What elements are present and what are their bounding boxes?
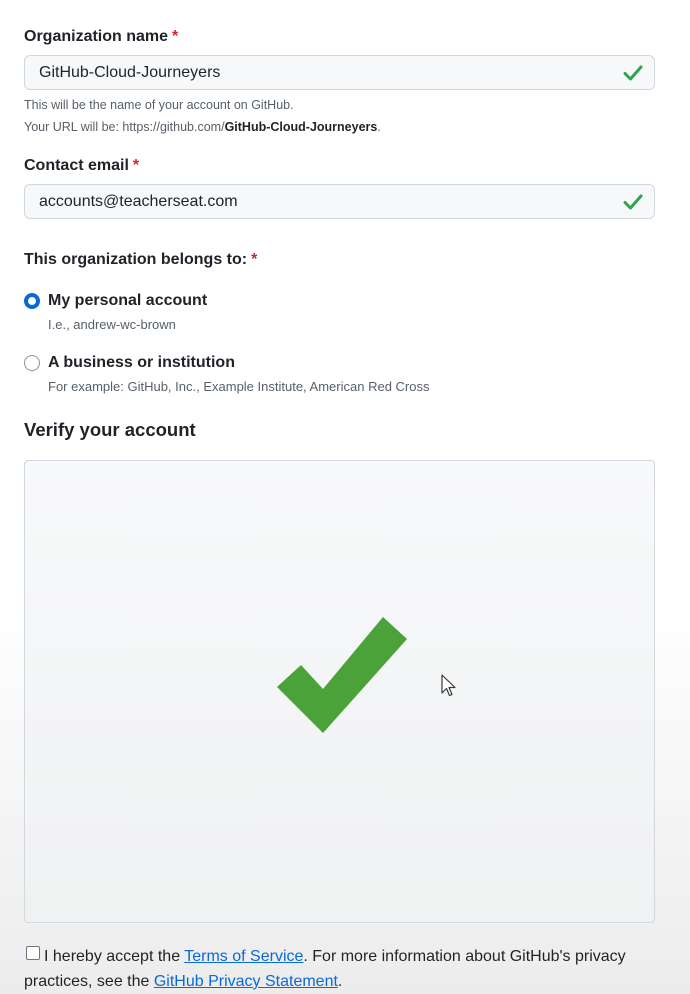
contact-email-input[interactable]	[25, 185, 654, 218]
terms-statement: I hereby accept the Terms of Service. Fo…	[24, 944, 664, 994]
option-personal-title[interactable]: My personal account	[48, 292, 207, 310]
terms-text-before: I hereby accept the	[44, 948, 185, 965]
org-url-prefix: Your URL will be: https://github.com/	[24, 120, 225, 134]
org-name-label-text: Organization name	[24, 28, 169, 45]
checkmark-icon	[277, 617, 407, 733]
option-personal-subtitle: I.e., andrew-wc-brown	[48, 317, 176, 332]
org-name-label: Organization name *	[24, 28, 178, 46]
required-marker: *	[251, 251, 258, 268]
belongs-to-label: This organization belongs to: *	[24, 251, 257, 269]
option-business-subtitle: For example: GitHub, Inc., Example Insti…	[48, 379, 430, 394]
org-name-field[interactable]	[24, 55, 655, 90]
radio-personal-account[interactable]	[24, 293, 40, 309]
org-name-input[interactable]	[25, 56, 654, 89]
contact-email-field[interactable]	[24, 184, 655, 219]
required-marker: *	[172, 28, 179, 45]
contact-email-label-text: Contact email	[24, 157, 129, 174]
org-url-slug: GitHub-Cloud-Journeyers	[224, 120, 378, 134]
required-marker: *	[132, 157, 140, 174]
privacy-statement-link[interactable]: GitHub Privacy Statement	[154, 973, 338, 990]
radio-business[interactable]	[24, 355, 40, 371]
terms-of-service-link[interactable]: Terms of Service	[184, 948, 303, 965]
org-name-hint: This will be the name of your account on…	[24, 98, 294, 112]
option-business-title[interactable]: A business or institution	[48, 354, 235, 372]
org-url-hint: Your URL will be: https://github.com/Git…	[24, 120, 381, 134]
belongs-to-label-text: This organization belongs to:	[24, 251, 248, 268]
captcha-frame[interactable]	[24, 460, 655, 923]
org-url-suffix: .	[377, 120, 381, 134]
terms-text-after: .	[337, 973, 343, 990]
verify-heading: Verify your account	[24, 419, 196, 440]
valid-check-icon	[623, 65, 643, 81]
mouse-cursor-icon	[441, 674, 456, 697]
valid-check-icon	[623, 194, 643, 210]
contact-email-label: Contact email *	[24, 157, 139, 175]
